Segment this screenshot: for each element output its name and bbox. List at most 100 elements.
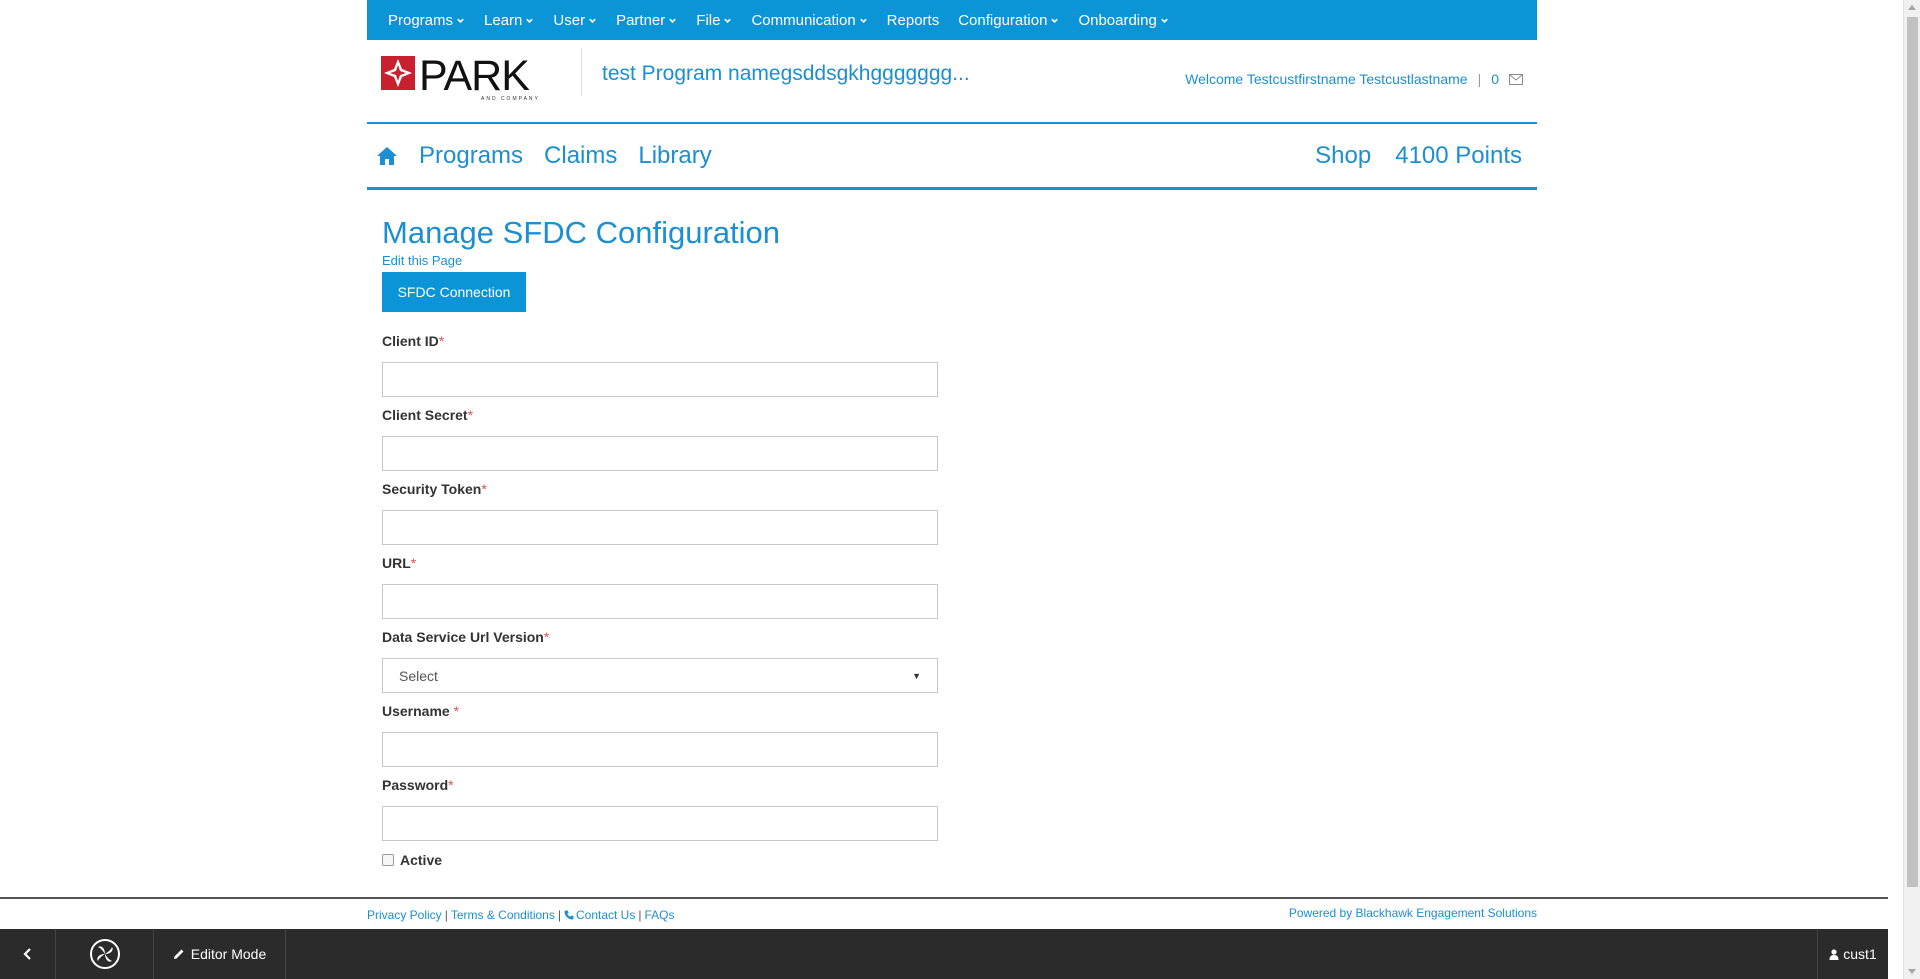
data-service-url-version-label: Data Service Url Version* bbox=[382, 629, 938, 649]
security-token-input[interactable] bbox=[382, 510, 938, 545]
chevron-down-icon bbox=[724, 18, 732, 23]
collapse-toolbar-button[interactable] bbox=[0, 929, 56, 979]
security-token-label: Security Token* bbox=[382, 481, 938, 501]
sfdc-connection-button[interactable]: SFDC Connection bbox=[382, 272, 526, 312]
editor-mode-button[interactable]: Editor Mode bbox=[154, 929, 286, 979]
admin-menu-label: Onboarding bbox=[1078, 11, 1157, 29]
active-checkbox[interactable] bbox=[382, 854, 394, 866]
client-secret-input[interactable] bbox=[382, 436, 938, 471]
footer-links: Privacy Policy | Terms & Conditions | Contac… bbox=[367, 908, 674, 922]
label-text: URL bbox=[382, 555, 411, 571]
active-checkbox-row: Active bbox=[382, 852, 442, 868]
chevron-left-icon bbox=[22, 948, 31, 960]
admin-menu-label: Reports bbox=[886, 11, 940, 29]
admin-menu-label: User bbox=[553, 11, 586, 29]
park-logo-icon bbox=[381, 56, 415, 90]
admin-menu-bar: Programs Learn User Partner File Communi… bbox=[367, 0, 1537, 40]
admin-menu-label: Configuration bbox=[958, 11, 1048, 29]
separator: | bbox=[1477, 71, 1482, 87]
home-icon[interactable] bbox=[376, 146, 398, 166]
client-secret-group: Client Secret* bbox=[382, 407, 938, 471]
admin-menu-onboarding[interactable]: Onboarding bbox=[1078, 12, 1168, 29]
admin-menu-user[interactable]: User bbox=[553, 12, 597, 29]
nav-shop[interactable]: Shop bbox=[1315, 142, 1371, 170]
admin-menu-partner[interactable]: Partner bbox=[616, 12, 677, 29]
label-text: Username bbox=[382, 703, 454, 719]
admin-menu-label: Programs bbox=[388, 11, 454, 29]
required-marker: * bbox=[543, 629, 550, 645]
nav-programs[interactable]: Programs bbox=[419, 142, 523, 170]
logo-subtext: AND COMPANY bbox=[481, 96, 540, 102]
admin-menu-label: File bbox=[696, 11, 721, 29]
faqs-link[interactable]: FAQs bbox=[644, 908, 674, 922]
url-input[interactable] bbox=[382, 584, 938, 619]
scroll-down-icon[interactable] bbox=[1908, 969, 1916, 974]
chevron-down-icon bbox=[1051, 18, 1059, 23]
required-marker: * bbox=[481, 481, 487, 497]
scroll-up-icon[interactable] bbox=[1908, 5, 1916, 10]
chevron-down-icon bbox=[526, 18, 534, 23]
user-menu-button[interactable]: cust1 bbox=[1817, 929, 1888, 979]
message-count[interactable]: 0 bbox=[1491, 71, 1499, 87]
main-nav: Programs Claims Library Shop 4100 Points bbox=[367, 124, 1537, 190]
password-group: Password* bbox=[382, 777, 938, 841]
edit-page-link[interactable]: Edit this Page bbox=[382, 253, 462, 268]
powered-by-link[interactable]: Powered by Blackhawk Engagement Solution… bbox=[1289, 906, 1537, 920]
data-service-url-version-group: Data Service Url Version* Select ▼ bbox=[382, 629, 938, 693]
pencil-icon bbox=[173, 949, 184, 959]
admin-menu-label: Communication bbox=[751, 11, 856, 29]
nav-points[interactable]: 4100 Points bbox=[1395, 142, 1522, 170]
admin-menu-reports[interactable]: Reports bbox=[887, 12, 940, 29]
required-marker: * bbox=[410, 555, 417, 571]
url-group: URL* bbox=[382, 555, 938, 619]
chevron-down-icon bbox=[669, 18, 677, 23]
admin-menu-programs[interactable]: Programs bbox=[388, 12, 465, 29]
active-label: Active bbox=[400, 852, 443, 868]
vertical-scrollbar[interactable] bbox=[1903, 0, 1920, 979]
password-label: Password* bbox=[382, 777, 938, 797]
logo-text: PARK bbox=[419, 52, 530, 100]
required-marker: * bbox=[438, 333, 445, 349]
privacy-policy-link[interactable]: Privacy Policy bbox=[367, 908, 442, 922]
site-header: PARK AND COMPANY test Program namegsddsg… bbox=[367, 40, 1537, 124]
required-marker: * bbox=[467, 407, 474, 423]
editor-mode-label: Editor Mode bbox=[190, 946, 267, 962]
chevron-down-icon bbox=[589, 18, 596, 23]
admin-menu-label: Learn bbox=[484, 11, 523, 29]
admin-menu-configuration[interactable]: Configuration bbox=[958, 12, 1059, 29]
pinwheel-logo-icon bbox=[89, 939, 120, 969]
nav-library[interactable]: Library bbox=[638, 142, 711, 170]
separator: | bbox=[557, 908, 561, 922]
phone-icon bbox=[564, 910, 574, 920]
label-text: Client ID bbox=[382, 333, 439, 349]
select-value: Select bbox=[399, 667, 438, 684]
admin-menu-learn[interactable]: Learn bbox=[484, 12, 534, 29]
username-input[interactable] bbox=[382, 732, 938, 767]
header-divider bbox=[581, 48, 582, 96]
logo-wordmark: PARK AND COMPANY bbox=[419, 52, 538, 103]
contact-us-link[interactable]: Contact Us bbox=[576, 908, 635, 922]
envelope-icon[interactable] bbox=[1509, 73, 1523, 85]
client-id-group: Client ID* bbox=[382, 333, 938, 397]
label-text: Security Token bbox=[382, 481, 482, 497]
admin-menu-file[interactable]: File bbox=[696, 12, 732, 29]
client-id-input[interactable] bbox=[382, 362, 938, 397]
admin-menu-label: Partner bbox=[616, 11, 666, 29]
welcome-text[interactable]: Welcome Testcustfirstname Testcustlastna… bbox=[1185, 71, 1467, 87]
nav-claims[interactable]: Claims bbox=[544, 142, 617, 170]
password-input[interactable] bbox=[382, 806, 938, 841]
url-label: URL* bbox=[382, 555, 938, 575]
required-marker: * bbox=[448, 777, 454, 793]
platform-logo-button[interactable] bbox=[56, 929, 154, 979]
admin-menu-communication[interactable]: Communication bbox=[751, 12, 867, 29]
security-token-group: Security Token* bbox=[382, 481, 938, 545]
required-marker: * bbox=[453, 703, 460, 719]
scrollbar-thumb[interactable] bbox=[1907, 17, 1918, 887]
chevron-down-icon bbox=[859, 18, 867, 23]
terms-link[interactable]: Terms & Conditions bbox=[451, 908, 555, 922]
user-name: cust1 bbox=[1843, 946, 1877, 962]
welcome-area: Welcome Testcustfirstname Testcustlastna… bbox=[1185, 71, 1523, 87]
program-name[interactable]: test Program namegsddsgkhggggggg... bbox=[602, 62, 970, 86]
data-service-url-version-select[interactable]: Select ▼ bbox=[382, 658, 938, 693]
park-logo[interactable]: PARK AND COMPANY bbox=[381, 52, 538, 103]
